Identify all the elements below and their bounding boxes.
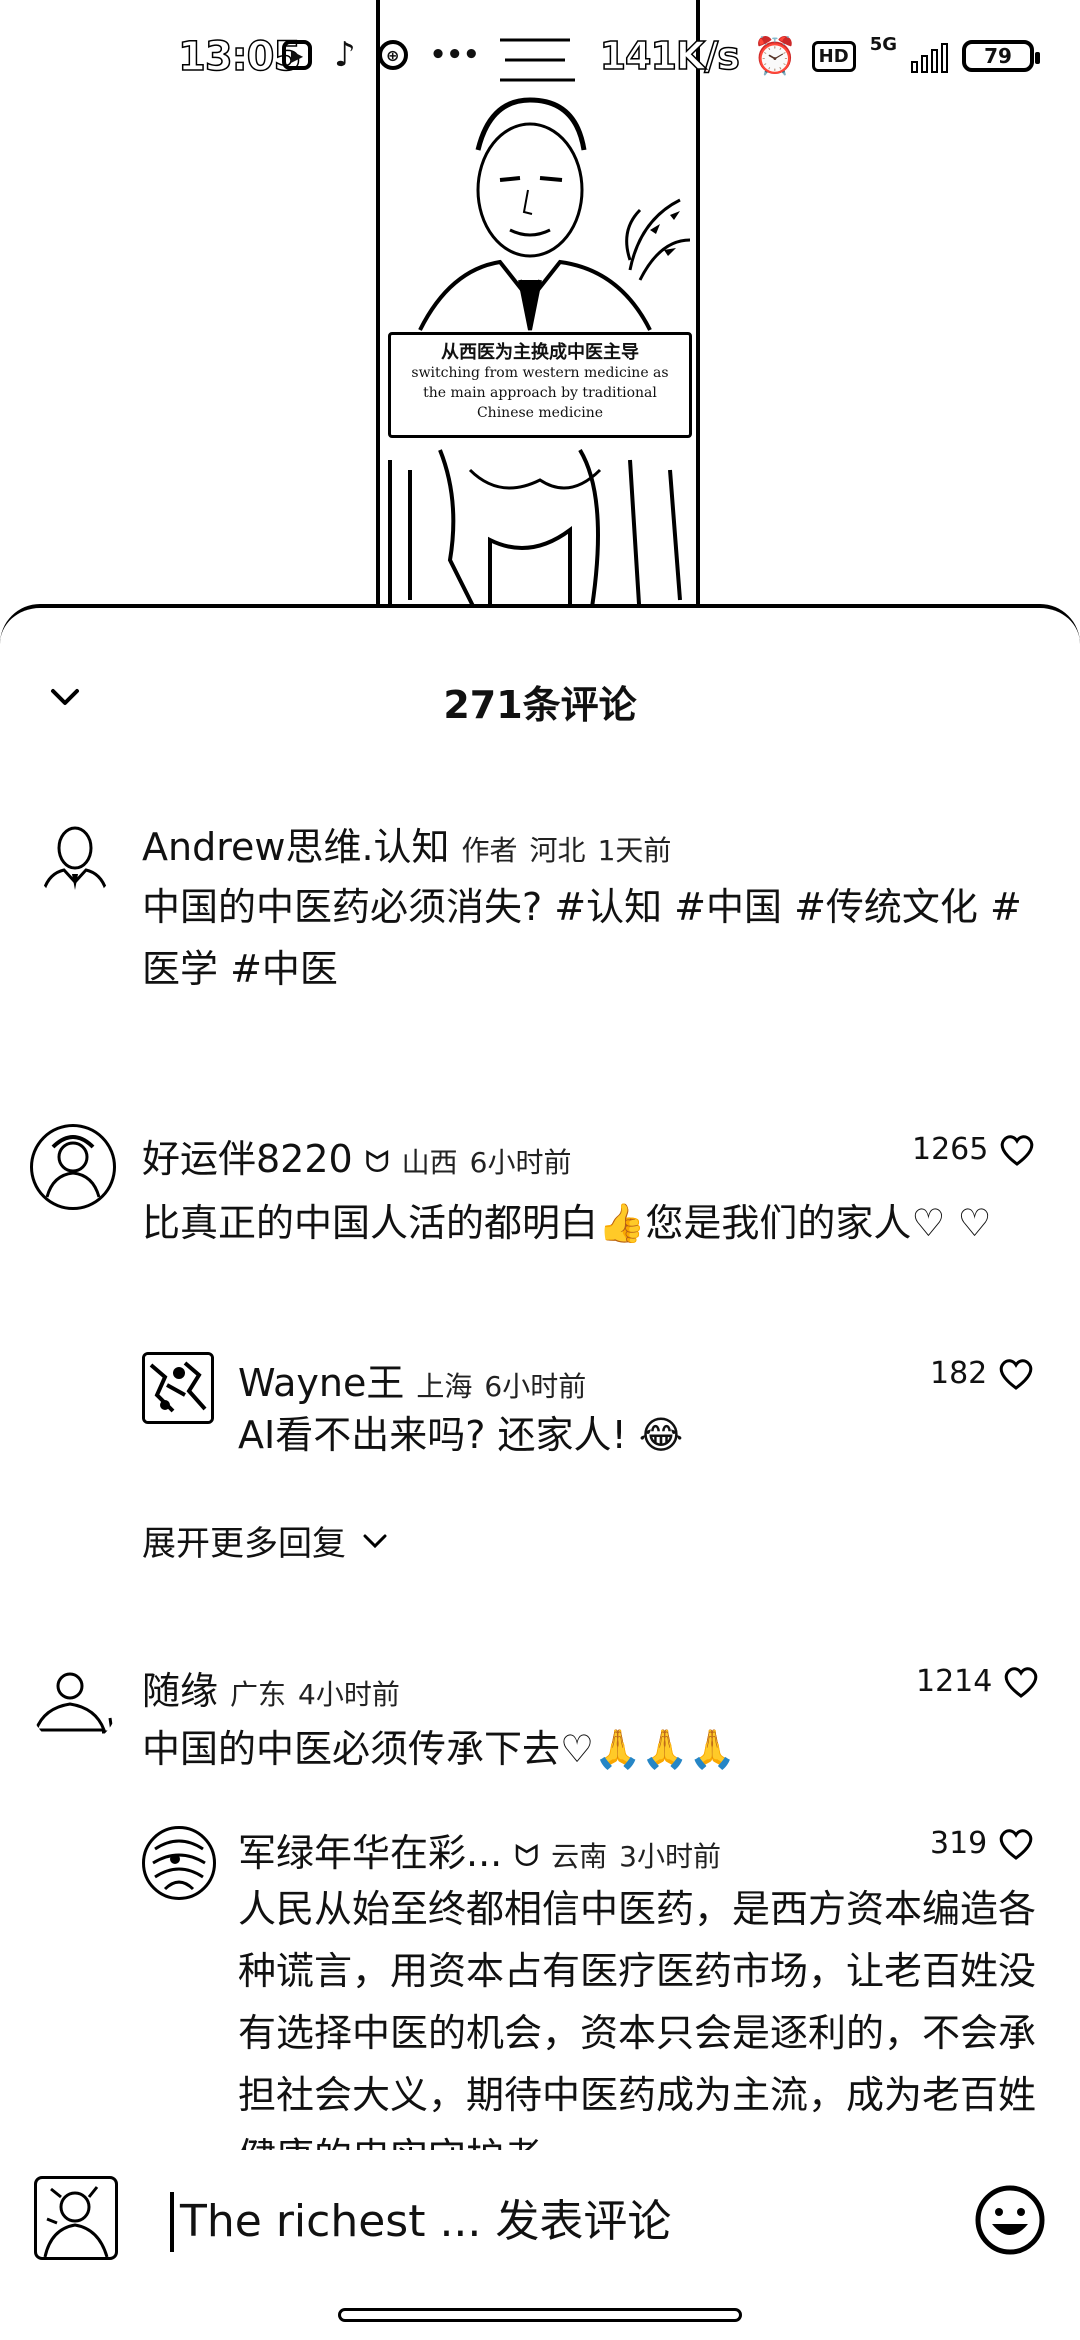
comment-author-name[interactable]: 军绿年华在彩...	[238, 1822, 502, 1877]
video-subtitle: 从西医为主换成中医主导 switching from western medic…	[388, 332, 692, 438]
network-label: 5G	[869, 34, 897, 55]
avatar[interactable]	[30, 1124, 116, 1210]
comment-location: 河北	[529, 834, 586, 867]
like-count: 1265	[912, 1132, 989, 1167]
comment-time: 6小时前	[484, 1370, 587, 1403]
signal-icon	[911, 39, 948, 73]
status-left-icons: ▶ ♪ ⊕ •••	[282, 38, 480, 72]
home-indicator[interactable]	[338, 2308, 742, 2322]
avatar[interactable]	[142, 1826, 216, 1900]
fan-badge-icon: ᗢ	[514, 1839, 540, 1874]
comment-location: 山西	[401, 1146, 458, 1179]
comment-header: Wayne王 上海 6小时前	[238, 1352, 586, 1407]
comment-input[interactable]: The richest ... 发表评论	[170, 2190, 840, 2254]
like-button[interactable]: 319	[930, 1826, 1035, 1861]
net-speed: 141K/s	[599, 33, 741, 79]
expand-more-replies[interactable]: 展开更多回复	[142, 1516, 388, 1565]
comment-time: 6小时前	[469, 1146, 572, 1179]
comment-header: 随缘 广东 4小时前	[142, 1660, 400, 1715]
subtitle-english-line3: Chinese medicine	[476, 405, 604, 421]
tiktok-icon: ♪	[334, 35, 356, 75]
heart-icon	[1005, 1666, 1038, 1698]
comment-author-name[interactable]: 好运伴8220	[142, 1128, 353, 1183]
avatar-illustration	[45, 1135, 101, 1198]
comment-text[interactable]: AI看不出来吗? 还家人! 😂	[238, 1404, 1038, 1466]
comment-time: 4小时前	[298, 1678, 400, 1711]
comment-text[interactable]: 中国的中医必须传承下去♡🙏🙏🙏	[142, 1718, 1042, 1780]
play-icon: ▶	[282, 40, 312, 70]
alarm-icon: ⏰	[752, 36, 798, 77]
avatar[interactable]	[30, 1658, 118, 1746]
expand-more-label: 展开更多回复	[142, 1524, 346, 1564]
subtitle-english-line1: switching from western medicine as	[411, 365, 669, 381]
like-button[interactable]: 1265	[912, 1132, 1036, 1167]
avatar[interactable]	[142, 1352, 214, 1424]
status-bar: 13:05 ▶ ♪ ⊕ ••• 141K/s ⏰ HD 5G 79	[0, 0, 1080, 120]
comment-count-title: 271条评论	[443, 683, 637, 727]
avatar-illustration	[145, 1355, 211, 1421]
hd-icon: HD	[811, 40, 856, 72]
comment-location: 广东	[230, 1678, 287, 1711]
avatar-illustration	[33, 1672, 114, 1734]
avatar[interactable]	[34, 818, 116, 900]
battery-icon: 79	[962, 40, 1040, 72]
battery-level: 79	[984, 44, 1012, 68]
comment-input-bar: The richest ... 发表评论	[0, 2150, 1080, 2280]
chevron-down-icon	[363, 1534, 387, 1548]
comment-location: 云南	[551, 1840, 608, 1873]
like-count: 1214	[916, 1664, 993, 1699]
like-button[interactable]: 1214	[916, 1664, 1040, 1699]
like-button[interactable]: 182	[930, 1356, 1035, 1391]
smiley-icon[interactable]	[974, 2184, 1046, 2256]
subtitle-english-line2: the main approach by traditional	[423, 385, 657, 401]
comment-text[interactable]: 比真正的中国人活的都明白👍您是我们的家人♡ ♡	[142, 1192, 1042, 1254]
comment-author-name[interactable]: Andrew思维.认知	[142, 816, 450, 871]
reply-item: 军绿年华在彩... ᗢ 云南 3小时前 319 人民从始至终都相信中医药，是西方…	[0, 1822, 1080, 2150]
comment-header: 好运伴8220 ᗢ 山西 6小时前	[142, 1128, 571, 1183]
like-count: 319	[930, 1826, 988, 1861]
like-count: 182	[930, 1356, 988, 1391]
comment-location: 上海	[416, 1370, 473, 1403]
avatar-illustration	[43, 2186, 109, 2257]
heart-icon	[1000, 1358, 1033, 1390]
comment-author-name[interactable]: 随缘	[142, 1660, 218, 1715]
more-dots-icon: •••	[429, 40, 480, 70]
avatar-illustration	[40, 826, 110, 899]
heart-icon	[1001, 1134, 1034, 1166]
comment-text[interactable]: 人民从始至终都相信中医药，是西方资本编造各种谎言，用资本占有医疗医药市场，让老百…	[238, 1878, 1050, 2150]
sheet-header: 271条评论	[0, 668, 1080, 748]
comment-text[interactable]: 中国的中医药必须消失? #认知 #中国 #传统文化 #医学 #中医	[142, 876, 1052, 1000]
subtitle-chinese: 从西医为主换成中医主导	[441, 342, 639, 363]
comment-header: Andrew思维.认知 作者 河北 1天前	[142, 816, 671, 871]
author-tag: 作者	[461, 834, 518, 867]
user-avatar[interactable]	[34, 2176, 118, 2260]
fan-badge-icon: ᗢ	[364, 1145, 390, 1180]
avatar-illustration	[152, 1839, 206, 1891]
comment-time: 1天前	[597, 834, 672, 867]
heart-icon	[1000, 1828, 1033, 1860]
status-right-icons: 141K/s ⏰ HD 5G 79	[599, 33, 1040, 79]
comment-author-name[interactable]: Wayne王	[238, 1352, 404, 1407]
comment-header: 军绿年华在彩... ᗢ 云南 3小时前	[238, 1822, 721, 1877]
app-icon: ⊕	[377, 40, 408, 70]
comment-time: 3小时前	[619, 1840, 721, 1873]
